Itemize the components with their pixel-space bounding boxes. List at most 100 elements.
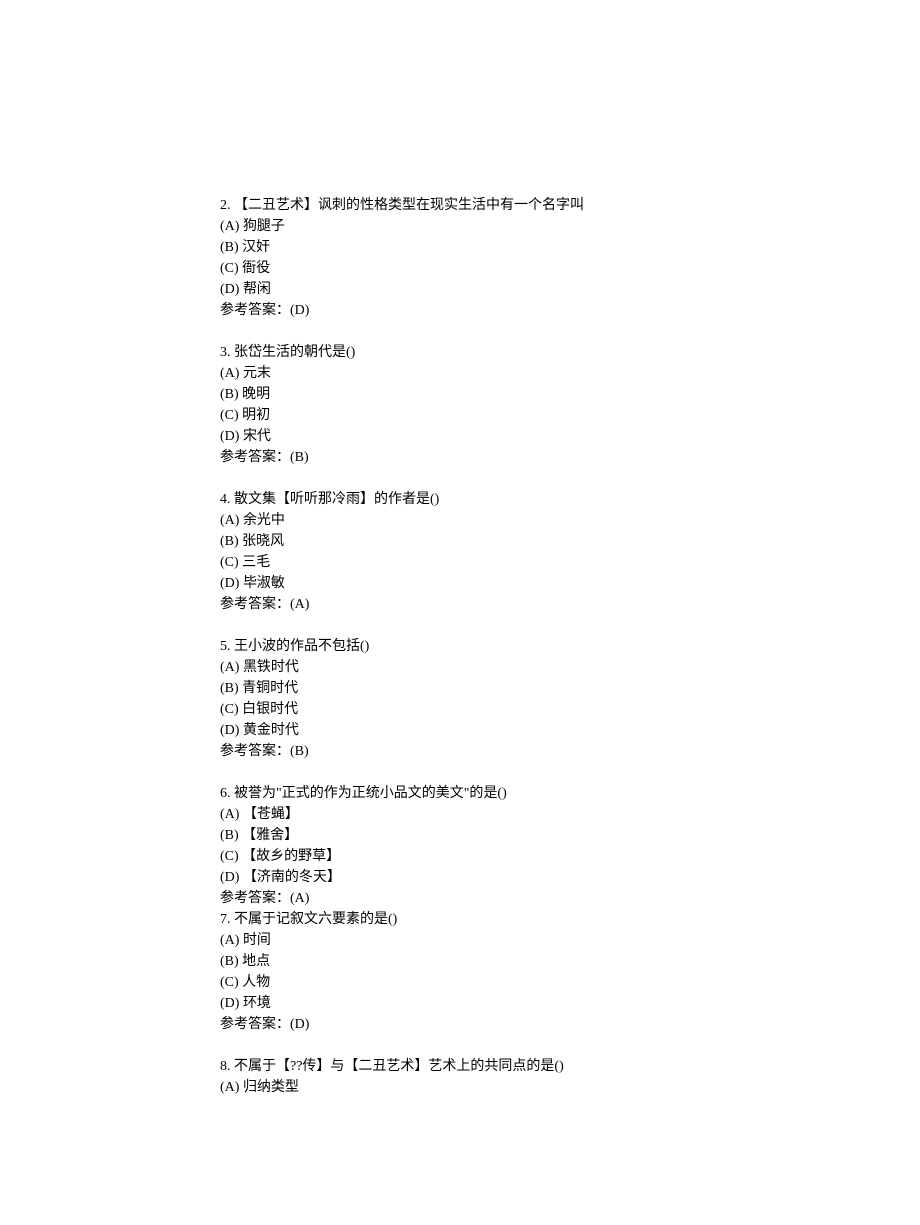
question-number: 7.	[220, 912, 231, 927]
answer-value: (D)	[290, 1017, 309, 1032]
option-text: 黄金时代	[243, 723, 299, 738]
option-d: (D) 宋代	[220, 426, 920, 447]
question-stem: 8. 不属于【??传】与【二丑艺术】艺术上的共同点的是()	[220, 1056, 920, 1077]
option-label: (B)	[220, 534, 239, 549]
question-5: 5. 王小波的作品不包括() (A) 黑铁时代 (B) 青铜时代 (C) 白银时…	[220, 636, 920, 762]
option-a: (A) 时间	[220, 930, 920, 951]
stem-text: 不属于【??传】与【二丑艺术】艺术上的共同点的是()	[234, 1059, 564, 1074]
stem-text: 王小波的作品不包括()	[234, 639, 369, 654]
question-number: 5.	[220, 639, 231, 654]
question-6: 6. 被誉为"正式的作为正统小品文的美文"的是() (A) 【苍蝇】 (B) 【…	[220, 783, 920, 909]
answer-prefix: 参考答案：	[220, 303, 290, 318]
option-d: (D) 帮闲	[220, 279, 920, 300]
stem-text: 张岱生活的朝代是()	[234, 345, 355, 360]
answer-value: (A)	[290, 891, 309, 906]
option-a: (A) 余光中	[220, 510, 920, 531]
option-c: (C) 衙役	[220, 258, 920, 279]
answer-prefix: 参考答案：	[220, 597, 290, 612]
question-4: 4. 散文集【听听那冷雨】的作者是() (A) 余光中 (B) 张晓风 (C) …	[220, 489, 920, 615]
option-label: (D)	[220, 996, 239, 1011]
option-label: (B)	[220, 387, 239, 402]
option-c: (C) 人物	[220, 972, 920, 993]
option-a: (A) 黑铁时代	[220, 657, 920, 678]
question-3: 3. 张岱生活的朝代是() (A) 元末 (B) 晚明 (C) 明初 (D) 宋…	[220, 342, 920, 468]
option-label: (D)	[220, 870, 239, 885]
answer-prefix: 参考答案：	[220, 1017, 290, 1032]
option-d: (D) 黄金时代	[220, 720, 920, 741]
answer-prefix: 参考答案：	[220, 450, 290, 465]
option-label: (A)	[220, 807, 239, 822]
answer-value: (A)	[290, 597, 309, 612]
option-text: 时间	[243, 933, 271, 948]
option-b: (B) 地点	[220, 951, 920, 972]
option-c: (C) 三毛	[220, 552, 920, 573]
option-text: 【苍蝇】	[243, 807, 299, 822]
answer-line: 参考答案：(B)	[220, 741, 920, 762]
answer-prefix: 参考答案：	[220, 891, 290, 906]
option-label: (A)	[220, 513, 239, 528]
option-c: (C) 白银时代	[220, 699, 920, 720]
stem-text: 不属于记叙文六要素的是()	[234, 912, 397, 927]
option-text: 【故乡的野草】	[242, 849, 340, 864]
option-text: 青铜时代	[242, 681, 298, 696]
question-7: 7. 不属于记叙文六要素的是() (A) 时间 (B) 地点 (C) 人物 (D…	[220, 909, 920, 1035]
answer-line: 参考答案：(D)	[220, 1014, 920, 1035]
option-text: 三毛	[242, 555, 270, 570]
option-text: 【雅舍】	[242, 828, 298, 843]
option-label: (C)	[220, 975, 239, 990]
option-label: (D)	[220, 429, 239, 444]
option-b: (B) 晚明	[220, 384, 920, 405]
answer-line: 参考答案：(D)	[220, 300, 920, 321]
option-label: (B)	[220, 681, 239, 696]
option-label: (A)	[220, 1080, 239, 1095]
option-text: 衙役	[242, 261, 270, 276]
option-c: (C) 【故乡的野草】	[220, 846, 920, 867]
question-stem: 3. 张岱生活的朝代是()	[220, 342, 920, 363]
stem-text: 散文集【听听那冷雨】的作者是()	[234, 492, 439, 507]
question-number: 3.	[220, 345, 231, 360]
stem-text: 被誉为"正式的作为正统小品文的美文"的是()	[234, 786, 507, 801]
option-text: 地点	[242, 954, 270, 969]
option-label: (D)	[220, 723, 239, 738]
option-label: (A)	[220, 933, 239, 948]
option-d: (D) 【济南的冬天】	[220, 867, 920, 888]
question-number: 2.	[220, 198, 231, 213]
question-stem: 4. 散文集【听听那冷雨】的作者是()	[220, 489, 920, 510]
option-text: 汉奸	[242, 240, 270, 255]
option-text: 人物	[242, 975, 270, 990]
option-text: 黑铁时代	[243, 660, 299, 675]
option-label: (C)	[220, 555, 239, 570]
option-b: (B) 汉奸	[220, 237, 920, 258]
option-d: (D) 环境	[220, 993, 920, 1014]
option-label: (B)	[220, 954, 239, 969]
option-text: 张晓风	[242, 534, 284, 549]
option-b: (B) 【雅舍】	[220, 825, 920, 846]
option-c: (C) 明初	[220, 405, 920, 426]
answer-prefix: 参考答案：	[220, 744, 290, 759]
option-text: 明初	[242, 408, 270, 423]
option-label: (C)	[220, 261, 239, 276]
question-stem: 2. 【二丑艺术】讽刺的性格类型在现实生活中有一个名字叫	[220, 195, 920, 216]
question-8: 8. 不属于【??传】与【二丑艺术】艺术上的共同点的是() (A) 归纳类型	[220, 1056, 920, 1098]
option-text: 帮闲	[243, 282, 271, 297]
option-a: (A) 元末	[220, 363, 920, 384]
option-label: (C)	[220, 849, 239, 864]
option-b: (B) 青铜时代	[220, 678, 920, 699]
question-stem: 6. 被誉为"正式的作为正统小品文的美文"的是()	[220, 783, 920, 804]
option-text: 【济南的冬天】	[243, 870, 341, 885]
option-label: (A)	[220, 660, 239, 675]
option-label: (B)	[220, 828, 239, 843]
stem-text: 【二丑艺术】讽刺的性格类型在现实生活中有一个名字叫	[234, 198, 584, 213]
option-label: (A)	[220, 366, 239, 381]
option-text: 余光中	[243, 513, 285, 528]
answer-line: 参考答案：(A)	[220, 888, 920, 909]
answer-value: (B)	[290, 744, 309, 759]
option-label: (D)	[220, 576, 239, 591]
option-b: (B) 张晓风	[220, 531, 920, 552]
option-text: 宋代	[243, 429, 271, 444]
option-label: (C)	[220, 408, 239, 423]
option-label: (D)	[220, 282, 239, 297]
answer-value: (D)	[290, 303, 309, 318]
option-text: 毕淑敏	[243, 576, 285, 591]
option-d: (D) 毕淑敏	[220, 573, 920, 594]
